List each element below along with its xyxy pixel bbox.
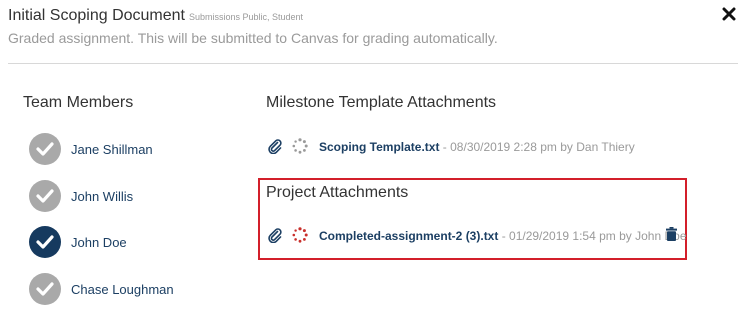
attachment-filename: Scoping Template.txt: [319, 140, 440, 154]
check-icon: [36, 142, 54, 156]
milestone-attachment-row: Scoping Template.txt - 08/30/2019 2:28 p…: [268, 137, 635, 157]
member-name: Jane Shillman: [71, 142, 153, 157]
team-member-chase-loughman[interactable]: Chase Loughman: [29, 273, 229, 305]
check-icon: [36, 282, 54, 296]
trash-icon[interactable]: [666, 227, 677, 241]
close-button[interactable]: [722, 7, 736, 21]
attachment-info: - 01/29/2019 1:54 pm by John Doe: [498, 229, 687, 243]
project-attachment-row: Completed-assignment-2 (3).txt - 01/29/2…: [268, 226, 687, 246]
milestone-attachment-link[interactable]: Scoping Template.txt - 08/30/2019 2:28 p…: [319, 140, 635, 154]
assignment-description: Graded assignment. This will be submitte…: [8, 30, 498, 46]
assignment-title: Initial Scoping Document Submissions Publ…: [8, 7, 303, 25]
header-divider: [8, 63, 738, 64]
paperclip-icon: [268, 139, 282, 154]
member-status-circle: [29, 273, 61, 305]
member-status-circle: [29, 226, 61, 258]
loading-spinner-icon: [292, 138, 308, 154]
member-status-circle: [29, 180, 61, 212]
project-attachment-link[interactable]: Completed-assignment-2 (3).txt - 01/29/2…: [319, 229, 687, 243]
project-attachments-heading: Project Attachments: [266, 184, 409, 201]
team-member-john-doe[interactable]: John Doe: [29, 226, 229, 258]
attachment-filename: Completed-assignment-2 (3).txt: [319, 229, 499, 243]
member-name: John Doe: [71, 235, 127, 250]
member-status-circle: [29, 133, 61, 165]
attachment-info: - 08/30/2019 2:28 pm by Dan Thiery: [439, 140, 635, 154]
paperclip-icon: [268, 228, 282, 243]
team-members-heading: Team Members: [23, 94, 134, 111]
check-icon: [36, 235, 54, 249]
member-name: Chase Loughman: [71, 282, 174, 297]
check-icon: [36, 189, 54, 203]
member-name: John Willis: [71, 189, 134, 204]
team-member-john-willis[interactable]: John Willis: [29, 180, 229, 212]
milestone-attachments-heading: Milestone Template Attachments: [266, 94, 497, 111]
close-icon: [722, 7, 736, 21]
assignment-title-text: Initial Scoping Document: [8, 7, 185, 24]
team-member-jane-shillman[interactable]: Jane Shillman: [29, 133, 229, 165]
loading-spinner-icon: [292, 227, 308, 243]
assignment-meta: Submissions Public, Student: [188, 12, 304, 22]
